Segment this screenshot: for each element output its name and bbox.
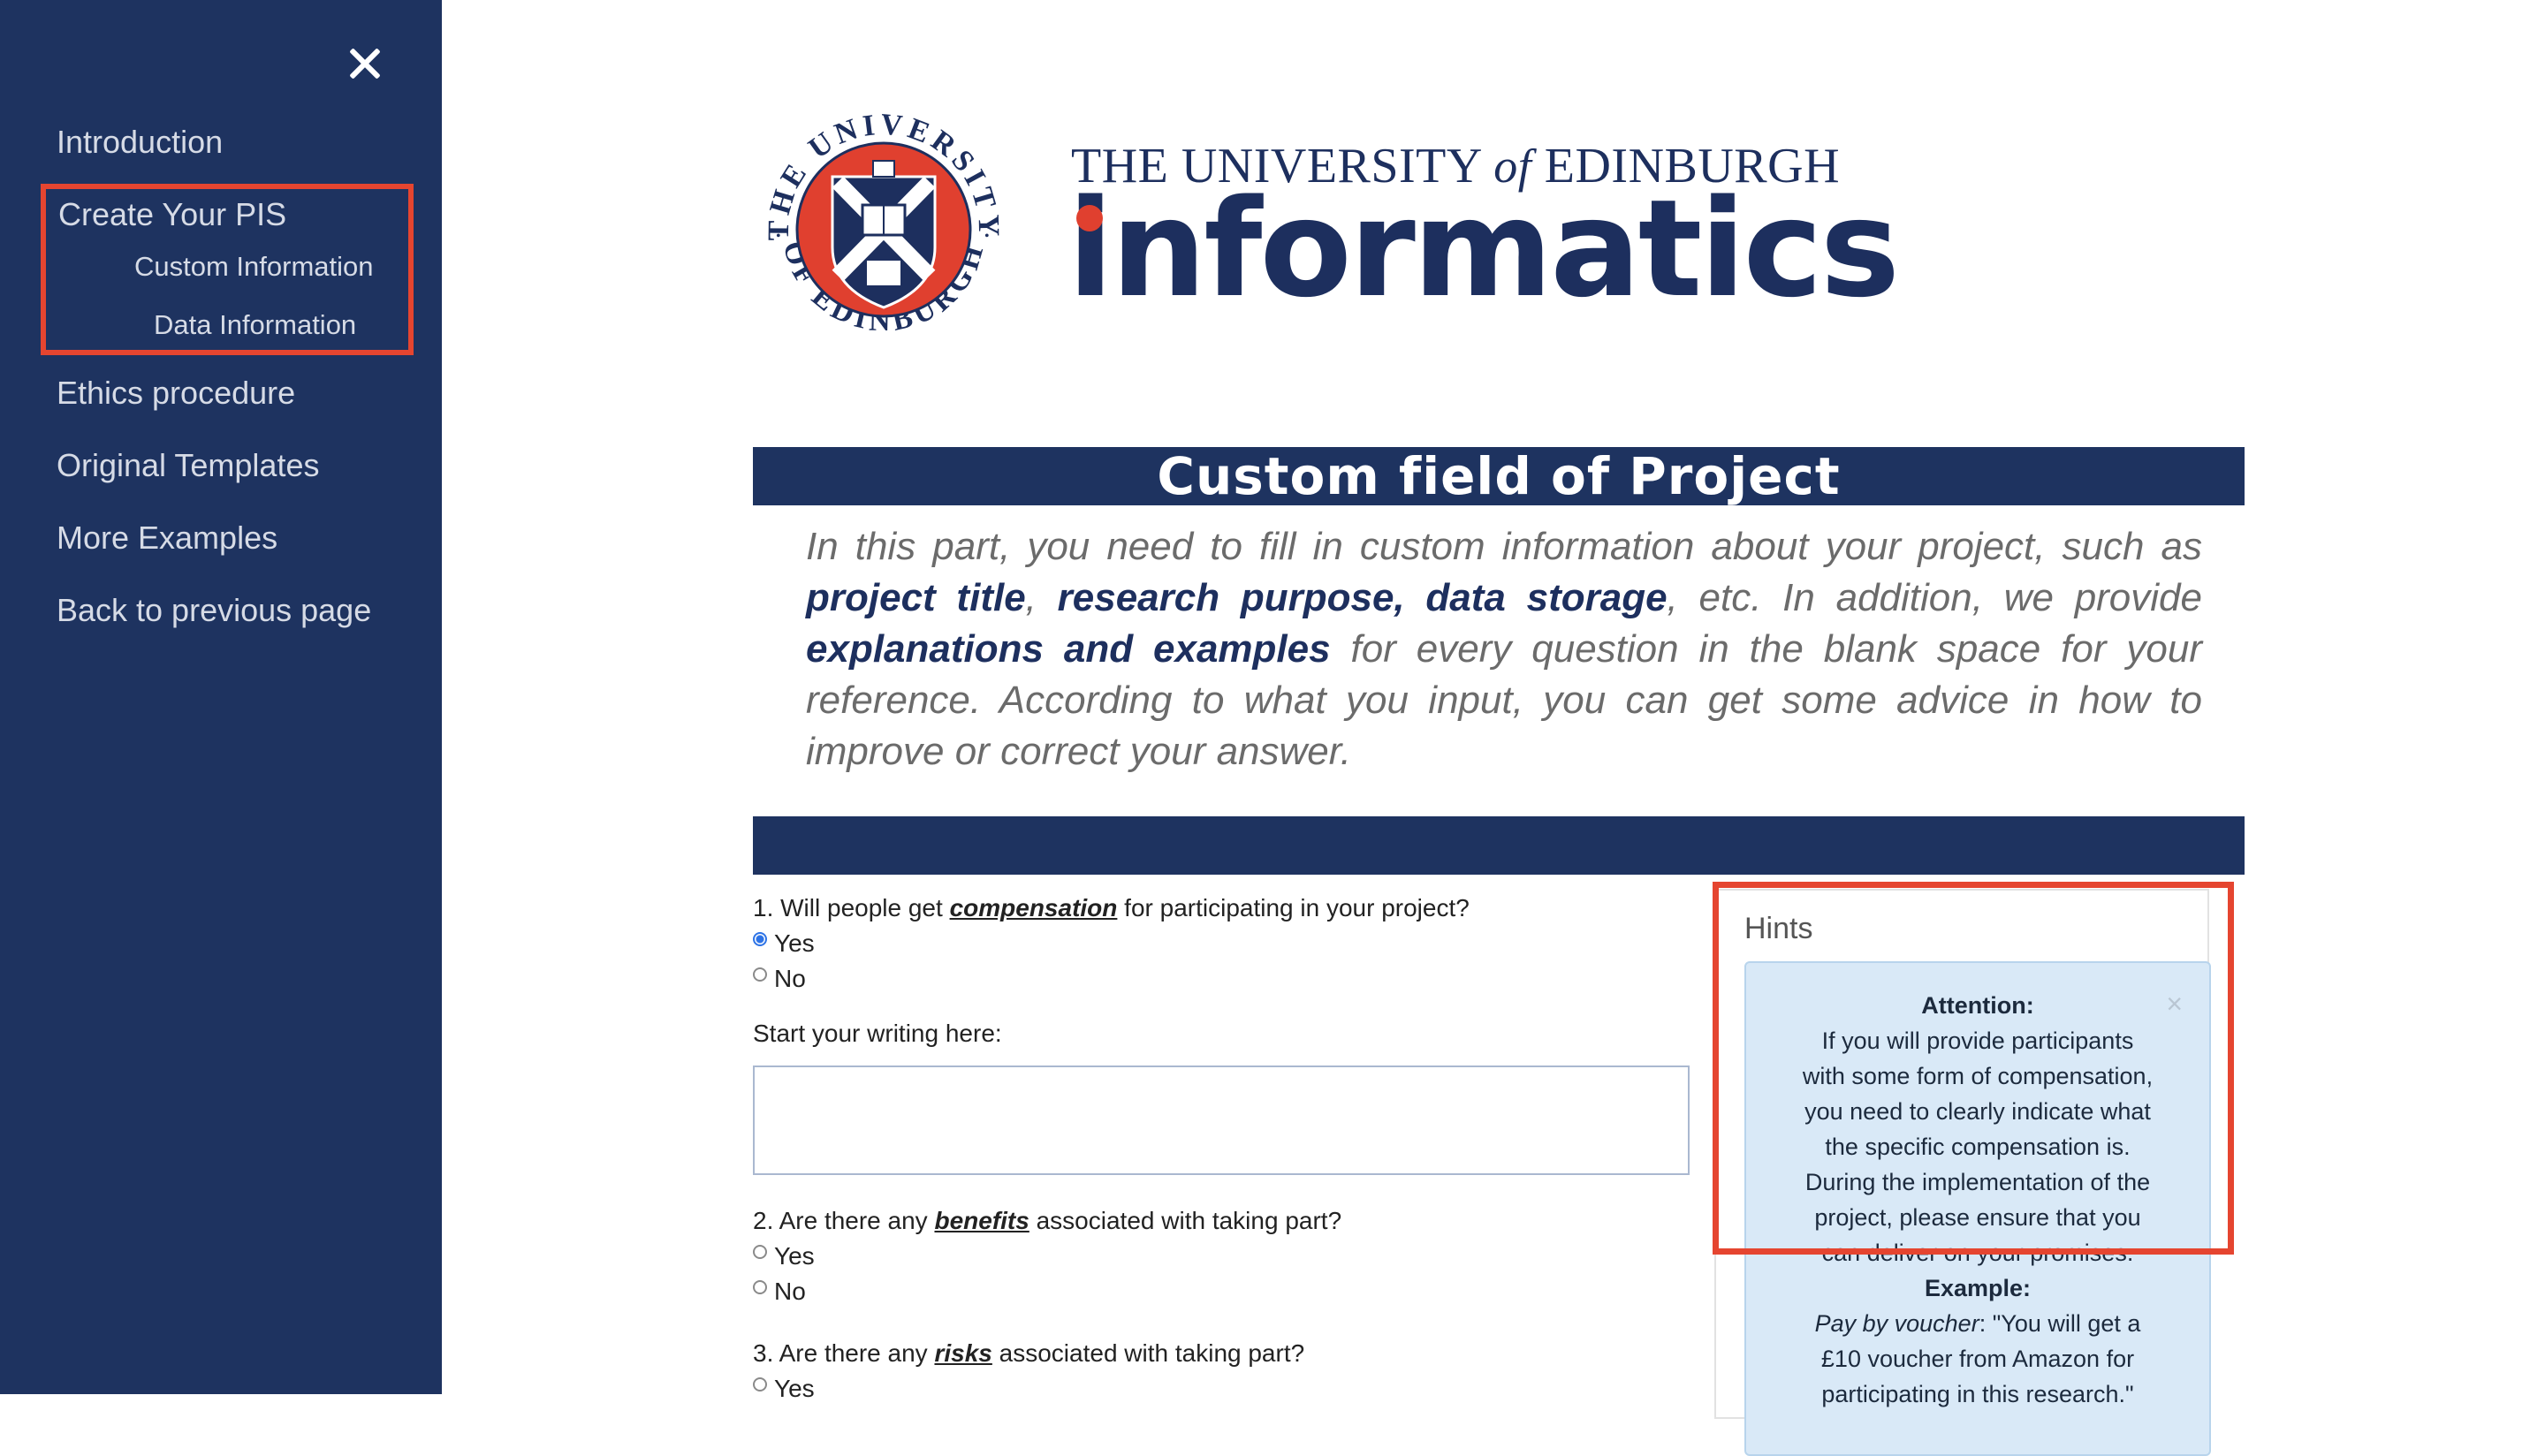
section-intro: In this part, you need to fill in custom… [806,525,2202,773]
q2-yes-radio[interactable] [753,1245,767,1259]
example-line: participating in this research." [1821,1381,2134,1407]
example-line: £10 voucher from Amazon for [1820,1346,2135,1372]
sidebar-item-ethics-procedure[interactable]: Ethics procedure [57,375,295,412]
q1-no-radio[interactable] [753,967,767,982]
sidebar-item-more-examples[interactable]: More Examples [57,519,277,557]
section-title: Custom field of Project [753,447,2245,505]
example-heading: Example: [1924,1275,2032,1301]
svg-text:•: • [984,229,990,244]
informatics-dot [1076,205,1103,231]
sidebar-item-introduction[interactable]: Introduction [57,124,223,161]
sidebar: Introduction Create Your PIS Custom Info… [0,0,442,1394]
close-icon[interactable] [345,42,387,85]
q2-option-no[interactable]: No [753,1278,806,1306]
q3-option-yes[interactable]: Yes [753,1375,815,1403]
sidebar-item-original-templates[interactable]: Original Templates [57,447,319,484]
q1-option-yes[interactable]: Yes [753,929,815,958]
university-seal-logo: THE UNIVERSITY OF EDINBURGH • • [753,99,1014,360]
sidebar-item-back[interactable]: Back to previous page [57,592,371,629]
informatics-wordmark: informatics [1067,171,1900,327]
q1-option-no[interactable]: No [753,965,806,993]
writing-label: Start your writing here: [753,1020,1002,1047]
question-1: 1. Will people get compensation for part… [753,894,1470,921]
question-3: 3. Are there any risks associated with t… [753,1339,1305,1367]
hints-highlight [1713,882,2234,1255]
form-header-bar [753,816,2245,875]
q2-no-radio[interactable] [753,1280,767,1294]
create-pis-highlight [41,184,414,355]
example-line: Pay by voucher: "You will get a [1814,1310,2141,1337]
q3-yes-radio[interactable] [753,1377,767,1392]
svg-text:•: • [776,229,781,244]
q2-option-yes[interactable]: Yes [753,1242,815,1270]
writing-input[interactable] [753,1065,1690,1175]
question-2: 2. Are there any benefits associated wit… [753,1207,1342,1234]
q1-yes-radio[interactable] [753,932,767,946]
